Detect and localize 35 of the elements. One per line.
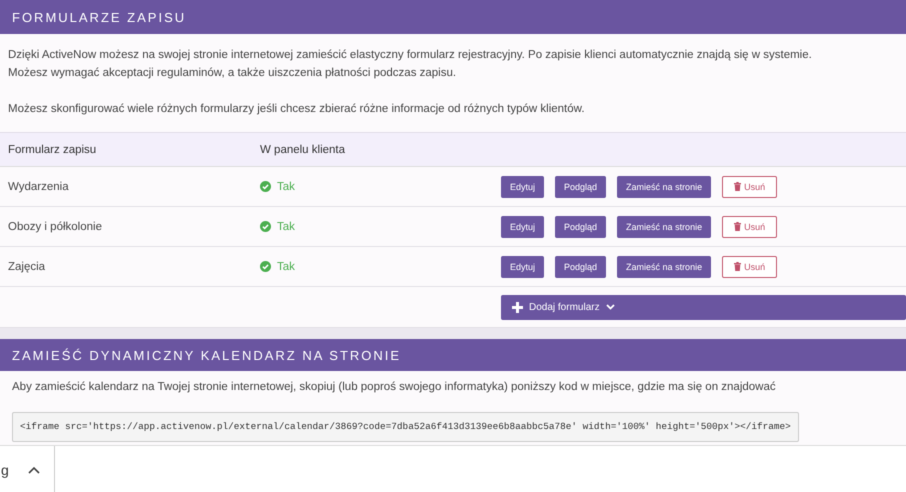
column-header: W panelu klienta — [260, 144, 346, 156]
description-text: Możesz skonfigurować wiele różnych formularzy jeśli chcesz zbierać różne informacje od różnych typów klientów. — [8, 102, 586, 117]
action-button[interactable]: Podgląd — [555, 256, 606, 278]
column-header: Formularz zapisu — [8, 144, 98, 156]
download-item-text[interactable]: g — [1, 462, 18, 478]
add-form-button[interactable]: Dodaj formularz — [501, 294, 906, 320]
section-header: ZAMIEŚĆ DYNAMICZNY KALENDARZ NA STRONIE — [0, 339, 906, 371]
chevron-up-icon[interactable] — [28, 466, 40, 474]
instruction-text: Aby zamieścić kalendarz na Twojej stronie internetowej, skopiuj (lub poproś swojego informatyka) poniższy kod w miejsce, gdzie ma się on znajdować — [11, 380, 777, 395]
trash-icon — [734, 222, 742, 231]
form-name: Obozy i półkolonie — [8, 220, 103, 232]
description-text: Dzięki ActiveNow możesz na swojej stronie internetowej zamieścić elastyczny formularz rejestracyjny. Po zapisie klienci automatycznie znajdą się w systemie. — [8, 48, 813, 63]
delete-button[interactable]: Usuń — [722, 256, 778, 278]
action-button[interactable]: Edytuj — [501, 176, 544, 198]
action-button[interactable]: Zamieść na stronie — [617, 216, 712, 238]
form-name: Wydarzenia — [8, 180, 70, 192]
status-text: Tak — [277, 260, 295, 272]
form-name: Zajęcia — [8, 260, 46, 272]
delete-button[interactable]: Usuń — [722, 216, 778, 238]
status-text: Tak — [277, 220, 295, 232]
code-box: <iframe src='https://app.activenow.pl/external/calendar/3869?code=7dba52a6f413d3139ee6b8aabbc5a78e' width='100%' height='500px'></iframe> — [12, 412, 799, 442]
delete-button[interactable]: Usuń — [722, 176, 778, 198]
chevron-down-icon — [606, 304, 615, 310]
action-button[interactable]: Podgląd — [555, 216, 606, 238]
action-button[interactable]: Podgląd — [555, 176, 606, 198]
plus-icon — [512, 302, 523, 312]
section-header: FORMULARZE ZAPISU — [0, 0, 906, 34]
action-button[interactable]: Edytuj — [501, 216, 544, 238]
action-button[interactable]: Zamieść na stronie — [617, 256, 712, 278]
description-text: Możesz wymagać akceptacji regulaminów, a także uiszczenia płatności podczas zapisu. — [8, 66, 458, 81]
action-button[interactable]: Zamieść na stronie — [617, 176, 712, 198]
trash-icon — [734, 182, 742, 191]
action-button[interactable]: Edytuj — [501, 256, 544, 278]
trash-icon — [734, 262, 742, 271]
status-text: Tak — [277, 180, 295, 192]
